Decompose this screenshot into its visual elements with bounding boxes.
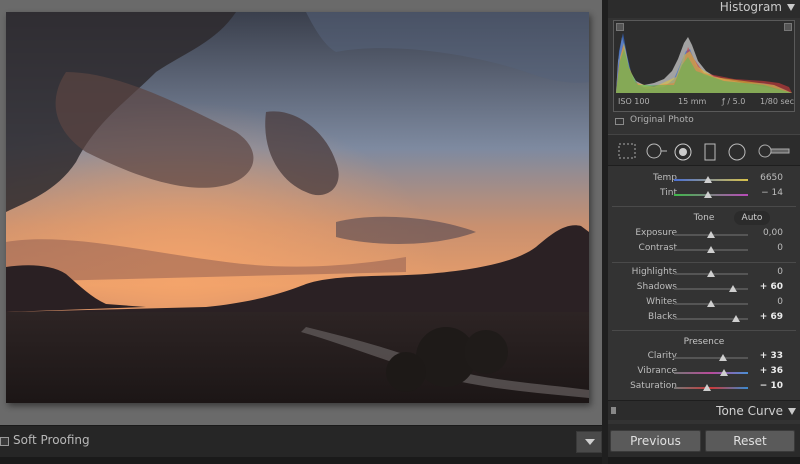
original-photo-row[interactable]: Original Photo: [613, 115, 795, 129]
original-photo-checkbox[interactable]: [615, 118, 624, 125]
panel-switch-icon[interactable]: [611, 407, 616, 414]
saturation-slider-row[interactable]: Saturation − 10: [608, 380, 800, 395]
temp-slider-row[interactable]: Temp 6650: [608, 172, 800, 187]
focal-length-readout: 15 mm: [678, 97, 707, 106]
tone-curve-title: Tone Curve: [716, 404, 783, 418]
tint-slider-row[interactable]: Tint − 14: [608, 187, 800, 202]
exposure-slider-knob[interactable]: [707, 231, 715, 238]
crop-overlay-icon[interactable]: [618, 143, 636, 159]
histogram-title: Histogram: [719, 0, 782, 14]
photo-image: [6, 12, 589, 403]
highlight-clipping-icon[interactable]: [784, 23, 792, 31]
tint-slider-knob[interactable]: [704, 191, 713, 198]
shadows-slider-row[interactable]: Shadows + 60: [608, 281, 800, 296]
develop-window: Soft Proofing Histogram ISO 100 15 mm ƒ …: [0, 0, 800, 464]
clarity-slider-row[interactable]: Clarity + 33: [608, 350, 800, 365]
clarity-label: Clarity: [647, 351, 677, 361]
shutter-readout: 1/80 sec: [760, 97, 794, 106]
chevron-down-icon: [585, 439, 595, 445]
tone-curve-header[interactable]: Tone Curve: [608, 400, 800, 420]
blacks-slider-row[interactable]: Blacks + 69: [608, 311, 800, 326]
contrast-label: Contrast: [638, 243, 677, 253]
shadows-value[interactable]: + 60: [760, 282, 783, 292]
whites-label: Whites: [646, 297, 677, 307]
tone-section-title: Tone: [693, 213, 715, 223]
temp-label: Temp: [653, 173, 677, 183]
toolbar-menu-button[interactable]: [576, 431, 602, 453]
temp-value[interactable]: 6650: [760, 173, 783, 183]
contrast-slider-row[interactable]: Contrast 0: [608, 242, 800, 257]
original-photo-label: Original Photo: [630, 115, 694, 125]
sunset-photo[interactable]: [6, 12, 589, 403]
previous-button[interactable]: Previous: [610, 430, 701, 452]
clarity-slider-knob[interactable]: [718, 354, 727, 361]
shadow-clipping-icon[interactable]: [616, 23, 624, 31]
separator: [612, 330, 796, 331]
exposure-label: Exposure: [635, 228, 677, 238]
clarity-track[interactable]: [674, 357, 748, 359]
vibrance-label: Vibrance: [637, 366, 677, 376]
auto-tone-button[interactable]: Auto: [734, 211, 770, 225]
highlights-value[interactable]: 0: [777, 267, 783, 277]
collapse-triangle-icon: [788, 408, 796, 415]
right-panel: Histogram ISO 100 15 mm ƒ / 5.0 1/80 sec: [608, 0, 800, 457]
whites-slider-knob[interactable]: [707, 300, 715, 307]
highlights-slider-knob[interactable]: [707, 270, 715, 277]
adjustment-brush-icon[interactable]: [758, 143, 790, 159]
histogram[interactable]: ISO 100 15 mm ƒ / 5.0 1/80 sec: [613, 20, 795, 112]
presence-section-title: Presence: [683, 337, 725, 347]
tint-value[interactable]: − 14: [761, 188, 783, 198]
whites-value[interactable]: 0: [777, 297, 783, 307]
tint-label: Tint: [660, 188, 677, 198]
spot-removal-icon[interactable]: [646, 143, 668, 159]
contrast-slider-knob[interactable]: [707, 246, 715, 253]
panel-buttons: Previous Reset: [608, 424, 800, 457]
histogram-metadata: ISO 100 15 mm ƒ / 5.0 1/80 sec: [614, 97, 796, 109]
whites-slider-row[interactable]: Whites 0: [608, 296, 800, 311]
radial-filter-icon[interactable]: [728, 143, 746, 161]
vibrance-slider-knob[interactable]: [720, 369, 729, 376]
collapse-triangle-icon: [787, 4, 795, 11]
soft-proofing-checkbox[interactable]: [0, 437, 9, 446]
vibrance-track[interactable]: [674, 372, 748, 374]
highlights-label: Highlights: [631, 267, 677, 277]
saturation-slider-knob[interactable]: [703, 384, 712, 391]
saturation-label: Saturation: [630, 381, 677, 391]
clarity-value[interactable]: + 33: [760, 351, 783, 361]
soft-proofing-label[interactable]: Soft Proofing: [13, 433, 90, 447]
blacks-value[interactable]: + 69: [760, 312, 783, 322]
vibrance-slider-row[interactable]: Vibrance + 36: [608, 365, 800, 380]
aperture-readout: ƒ / 5.0: [722, 97, 746, 106]
histogram-graph: [616, 33, 792, 93]
image-canvas[interactable]: [0, 0, 602, 425]
exposure-slider-row[interactable]: Exposure 0,00: [608, 227, 800, 242]
reset-button[interactable]: Reset: [705, 430, 795, 452]
separator: [612, 206, 796, 207]
basic-panel: Temp 6650 Tint − 14 Tone Auto Exposure 0…: [608, 170, 800, 398]
temp-slider-knob[interactable]: [704, 176, 713, 183]
blacks-slider-knob[interactable]: [732, 315, 741, 322]
shadows-label: Shadows: [636, 282, 677, 292]
contrast-value[interactable]: 0: [777, 243, 783, 253]
tool-strip: [608, 134, 800, 166]
vibrance-value[interactable]: + 36: [760, 366, 783, 376]
filmstrip-edge: [0, 457, 800, 464]
exposure-value[interactable]: 0,00: [763, 228, 783, 238]
graduated-filter-icon[interactable]: [704, 143, 716, 161]
blacks-label: Blacks: [647, 312, 677, 322]
iso-readout: ISO 100: [618, 97, 650, 106]
bottom-toolbar: Soft Proofing: [0, 425, 602, 457]
saturation-value[interactable]: − 10: [760, 381, 783, 391]
shadows-slider-knob[interactable]: [729, 285, 738, 292]
separator: [612, 262, 796, 263]
histogram-header[interactable]: Histogram: [608, 0, 800, 18]
highlights-slider-row[interactable]: Highlights 0: [608, 266, 800, 281]
red-eye-icon[interactable]: [674, 143, 692, 161]
